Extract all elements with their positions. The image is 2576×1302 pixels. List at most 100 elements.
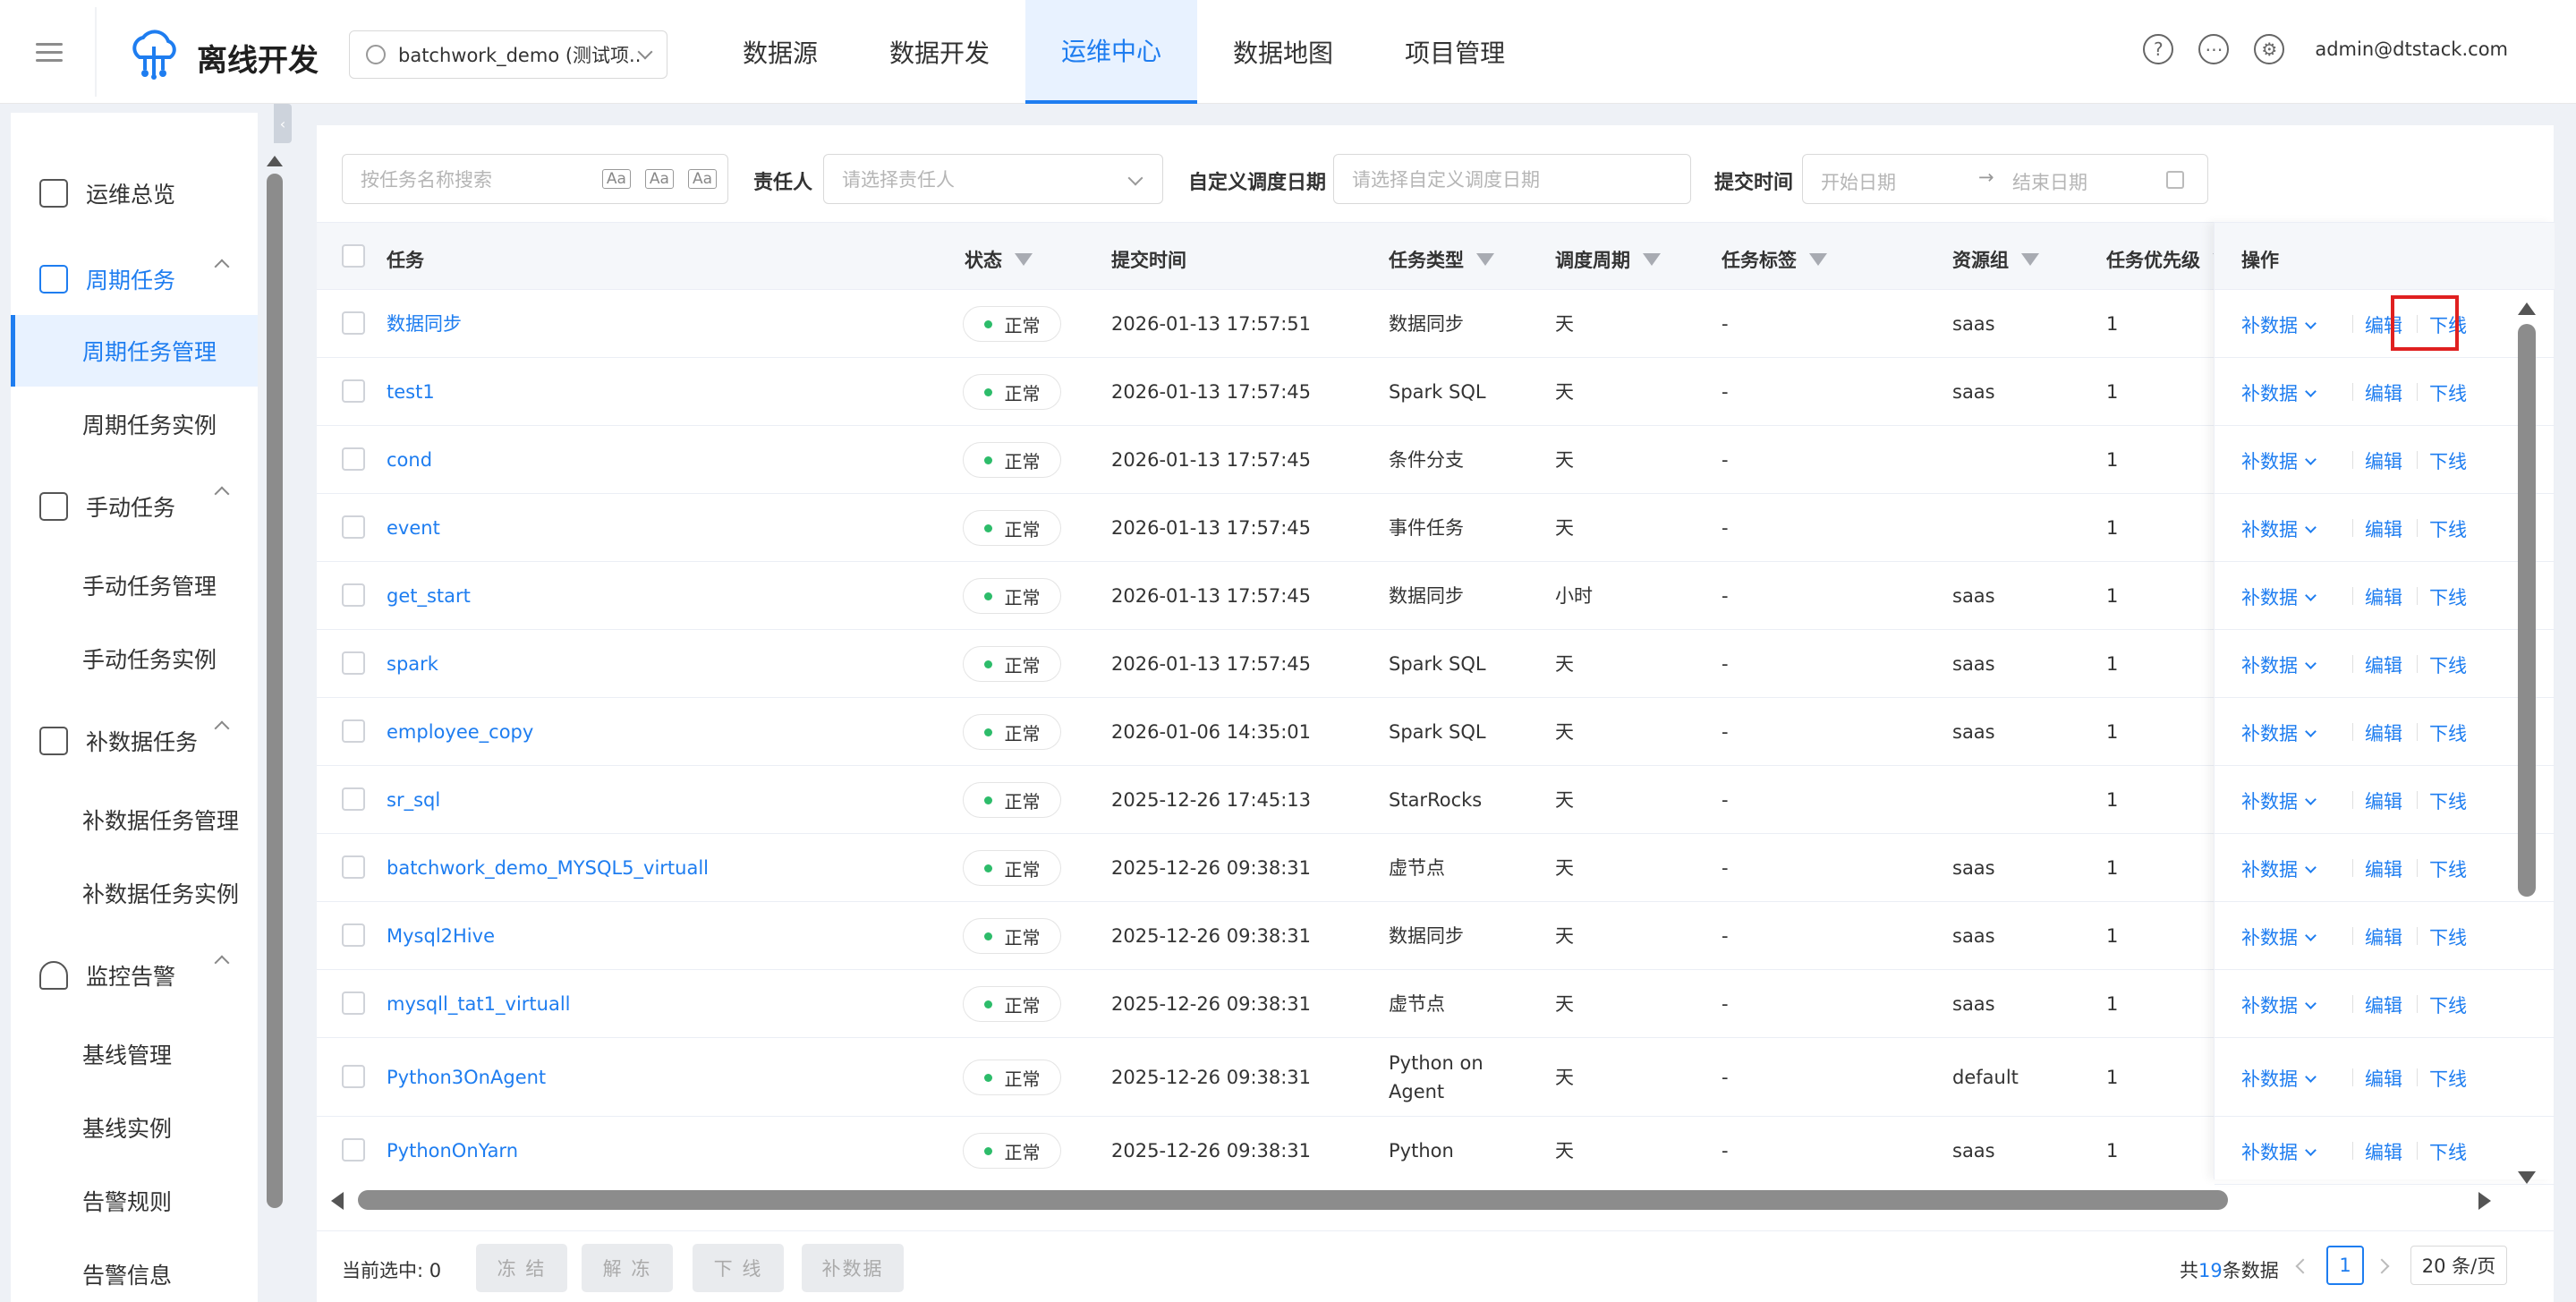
user-account[interactable]: admin@dtstack.com bbox=[2315, 38, 2508, 60]
sidebar-collapse-button[interactable]: ‹ bbox=[274, 104, 292, 143]
regex-icon[interactable]: Aa bbox=[687, 169, 717, 189]
menu-toggle-icon[interactable] bbox=[36, 43, 63, 64]
scrollbar-thumb[interactable] bbox=[267, 174, 283, 1208]
scroll-right-icon[interactable] bbox=[2478, 1192, 2491, 1210]
sidebar-item-periodic-manage[interactable]: 周期任务管理 bbox=[11, 315, 258, 387]
scroll-up-icon[interactable] bbox=[2518, 302, 2536, 315]
sidebar-item-backfill-instance[interactable]: 补数据任务实例 bbox=[11, 857, 258, 929]
freeze-button[interactable]: 冻 结 bbox=[476, 1244, 567, 1292]
offline-batch-button[interactable]: 下 线 bbox=[693, 1244, 784, 1292]
edit-link[interactable]: 编辑 bbox=[2365, 651, 2402, 678]
next-page-icon[interactable] bbox=[2374, 1258, 2390, 1274]
sidebar-group-periodic[interactable]: 周期任务 bbox=[11, 252, 258, 306]
sidebar-group-manual[interactable]: 手动任务 bbox=[11, 480, 258, 533]
row-checkbox[interactable] bbox=[342, 787, 365, 811]
backfill-dropdown[interactable]: 补数据 bbox=[2241, 447, 2317, 474]
match-word-icon[interactable]: Aa bbox=[644, 169, 674, 189]
edit-link[interactable]: 编辑 bbox=[2365, 923, 2402, 950]
backfill-dropdown[interactable]: 补数据 bbox=[2241, 515, 2317, 542]
offline-link[interactable]: 下线 bbox=[2429, 719, 2467, 746]
sidebar-item-backfill-manage[interactable]: 补数据任务管理 bbox=[11, 784, 258, 855]
task-name[interactable]: employee_copy bbox=[387, 718, 533, 746]
backfill-dropdown[interactable]: 补数据 bbox=[2241, 583, 2317, 610]
row-checkbox[interactable] bbox=[342, 447, 365, 471]
sidebar-item-overview[interactable]: 运维总览 bbox=[11, 166, 258, 220]
filter-icon[interactable] bbox=[1015, 253, 1033, 266]
owner-select[interactable]: 请选择责任人 bbox=[823, 154, 1163, 204]
sidebar-item-alert-rules[interactable]: 告警规则 bbox=[11, 1165, 258, 1237]
backfill-dropdown[interactable]: 补数据 bbox=[2241, 991, 2317, 1018]
backfill-batch-button[interactable]: 补数据 bbox=[802, 1244, 904, 1292]
task-name[interactable]: test1 bbox=[387, 378, 435, 406]
settings-icon[interactable]: ⚙ bbox=[2254, 34, 2285, 64]
row-checkbox[interactable] bbox=[342, 583, 365, 607]
task-name[interactable]: mysqll_tat1_virtuall bbox=[387, 990, 571, 1018]
backfill-dropdown[interactable]: 补数据 bbox=[2241, 651, 2317, 678]
offline-link[interactable]: 下线 bbox=[2429, 583, 2467, 610]
task-name[interactable]: PythonOnYarn bbox=[387, 1136, 518, 1165]
row-checkbox[interactable] bbox=[342, 515, 365, 539]
filter-icon[interactable] bbox=[2021, 253, 2039, 266]
sidebar-item-alert-info[interactable]: 告警信息 bbox=[11, 1238, 258, 1302]
nav-project-management[interactable]: 项目管理 bbox=[1369, 0, 1541, 104]
edit-link[interactable]: 编辑 bbox=[2365, 379, 2402, 406]
filter-icon[interactable] bbox=[1643, 253, 1661, 266]
row-checkbox[interactable] bbox=[342, 855, 365, 879]
table-vertical-scrollbar[interactable] bbox=[2516, 302, 2538, 1184]
sidebar-group-alert[interactable]: 监控告警 bbox=[11, 949, 258, 1002]
sidebar-item-manual-instance[interactable]: 手动任务实例 bbox=[11, 623, 258, 694]
sidebar-item-periodic-instance[interactable]: 周期任务实例 bbox=[11, 388, 258, 460]
task-name[interactable]: cond bbox=[387, 446, 432, 474]
offline-link[interactable]: 下线 bbox=[2429, 1138, 2467, 1165]
sidebar-item-baseline-manage[interactable]: 基线管理 bbox=[11, 1018, 258, 1090]
edit-link[interactable]: 编辑 bbox=[2365, 787, 2402, 814]
task-name[interactable]: event bbox=[387, 514, 440, 542]
nav-ops-center[interactable]: 运维中心 bbox=[1025, 0, 1198, 104]
sidebar-item-manual-manage[interactable]: 手动任务管理 bbox=[11, 549, 258, 621]
task-name[interactable]: batchwork_demo_MYSQL5_virtuall bbox=[387, 854, 709, 882]
task-search-input[interactable]: 按任务名称搜索 Aa Aa Aa bbox=[342, 154, 728, 204]
row-checkbox[interactable] bbox=[342, 923, 365, 947]
edit-link[interactable]: 编辑 bbox=[2365, 447, 2402, 474]
task-name[interactable]: Mysql2Hive bbox=[387, 922, 495, 950]
edit-link[interactable]: 编辑 bbox=[2365, 855, 2402, 882]
task-name[interactable]: 数据同步 bbox=[387, 310, 462, 338]
row-checkbox[interactable] bbox=[342, 379, 365, 403]
prev-page-icon[interactable] bbox=[2295, 1258, 2311, 1274]
row-checkbox[interactable] bbox=[342, 311, 365, 335]
backfill-dropdown[interactable]: 补数据 bbox=[2241, 923, 2317, 950]
offline-link[interactable]: 下线 bbox=[2429, 991, 2467, 1018]
unfreeze-button[interactable]: 解 冻 bbox=[582, 1244, 673, 1292]
task-name[interactable]: spark bbox=[387, 650, 438, 678]
task-name[interactable]: get_start bbox=[387, 582, 471, 610]
sidebar-group-backfill[interactable]: 补数据任务 bbox=[11, 714, 258, 768]
offline-link[interactable]: 下线 bbox=[2429, 923, 2467, 950]
nav-data-source[interactable]: 数据源 bbox=[707, 0, 854, 104]
sidebar-item-baseline-instance[interactable]: 基线实例 bbox=[11, 1092, 258, 1163]
match-case-icon[interactable]: Aa bbox=[601, 169, 631, 189]
scroll-up-icon[interactable] bbox=[267, 156, 283, 166]
offline-link[interactable]: 下线 bbox=[2429, 651, 2467, 678]
row-checkbox[interactable] bbox=[342, 719, 365, 743]
backfill-dropdown[interactable]: 补数据 bbox=[2241, 311, 2317, 338]
row-checkbox[interactable] bbox=[342, 1065, 365, 1088]
nav-data-map[interactable]: 数据地图 bbox=[1197, 0, 1369, 104]
project-selector[interactable]: batchwork_demo (测试项... bbox=[349, 30, 667, 79]
backfill-dropdown[interactable]: 补数据 bbox=[2241, 379, 2317, 406]
edit-link[interactable]: 编辑 bbox=[2365, 515, 2402, 542]
select-all-checkbox[interactable] bbox=[342, 244, 365, 268]
backfill-dropdown[interactable]: 补数据 bbox=[2241, 1138, 2317, 1165]
task-name[interactable]: sr_sql bbox=[387, 786, 440, 814]
backfill-dropdown[interactable]: 补数据 bbox=[2241, 855, 2317, 882]
row-checkbox[interactable] bbox=[342, 991, 365, 1015]
horizontal-scrollbar[interactable] bbox=[317, 1187, 2554, 1213]
current-page[interactable]: 1 bbox=[2326, 1246, 2364, 1285]
filter-icon[interactable] bbox=[1476, 253, 1494, 266]
scrollbar-thumb[interactable] bbox=[358, 1190, 2228, 1210]
edit-link[interactable]: 编辑 bbox=[2365, 991, 2402, 1018]
row-checkbox[interactable] bbox=[342, 1138, 365, 1162]
offline-link[interactable]: 下线 bbox=[2429, 447, 2467, 474]
offline-link[interactable]: 下线 bbox=[2429, 855, 2467, 882]
sidebar-scrollbar[interactable] bbox=[265, 156, 285, 1221]
offline-link[interactable]: 下线 bbox=[2429, 379, 2467, 406]
